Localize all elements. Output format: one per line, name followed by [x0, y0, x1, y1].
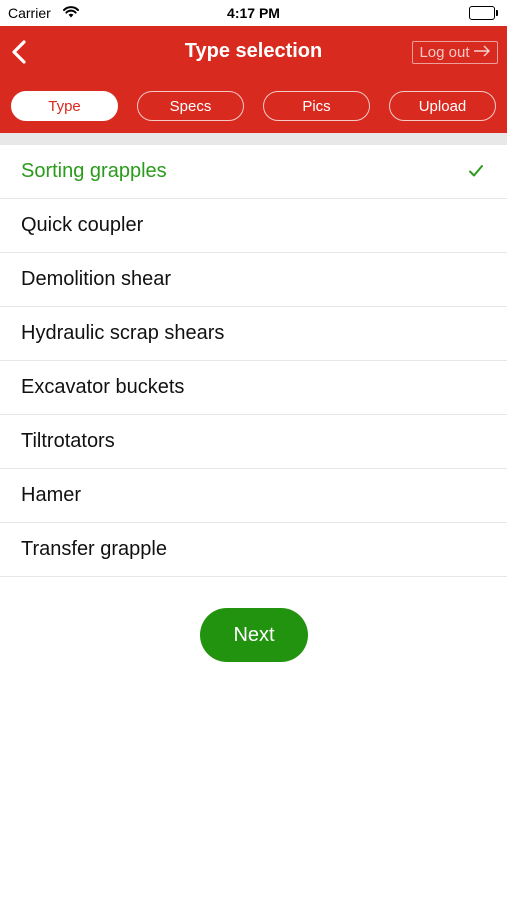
- tab-label: Pics: [302, 97, 331, 115]
- tab-label: Type: [48, 97, 81, 115]
- list-item-transfer-grapple[interactable]: Transfer grapple: [0, 523, 507, 577]
- tab-type[interactable]: Type: [11, 91, 118, 121]
- tab-specs[interactable]: Specs: [137, 91, 244, 121]
- list-item-hamer[interactable]: Hamer: [0, 469, 507, 523]
- tab-pics[interactable]: Pics: [263, 91, 370, 121]
- list-item-label: Hamer: [21, 484, 82, 506]
- tab-upload[interactable]: Upload: [389, 91, 496, 121]
- list-item-quick-coupler[interactable]: Quick coupler: [0, 199, 507, 253]
- list-item-label: Hydraulic scrap shears: [21, 322, 225, 344]
- list-item-label: Tiltrotators: [21, 430, 115, 452]
- battery-icon: [469, 6, 499, 20]
- checkmark-icon: [467, 162, 485, 180]
- list-item-sorting-grapples[interactable]: Sorting grapples: [0, 145, 507, 199]
- list-item-label: Sorting grapples: [21, 160, 167, 182]
- list-item-tiltrotators[interactable]: Tiltrotators: [0, 415, 507, 469]
- tab-label: Upload: [418, 97, 467, 115]
- type-list: Sorting grapples Quick coupler Demolitio…: [0, 145, 507, 577]
- list-item-demolition-shear[interactable]: Demolition shear: [0, 253, 507, 307]
- logout-button[interactable]: Log out: [412, 41, 498, 64]
- nav-header: Type selection Log out Type Specs Pics U…: [0, 26, 507, 133]
- list-item-hydraulic-scrap-shears[interactable]: Hydraulic scrap shears: [0, 307, 507, 361]
- list-item-label: Transfer grapple: [21, 538, 167, 560]
- arrow-right-icon: [473, 44, 491, 61]
- status-bar: Carrier 4:17 PM: [0, 0, 507, 26]
- section-separator: [0, 133, 507, 145]
- list-item-label: Demolition shear: [21, 268, 172, 290]
- logout-label: Log out: [419, 44, 470, 61]
- step-tabs: Type Specs Pics Upload: [0, 91, 507, 121]
- next-button[interactable]: Next: [200, 608, 308, 662]
- clock: 4:17 PM: [227, 5, 280, 21]
- list-item-excavator-buckets[interactable]: Excavator buckets: [0, 361, 507, 415]
- tab-label: Specs: [169, 97, 212, 115]
- list-item-label: Quick coupler: [21, 214, 144, 236]
- list-item-label: Excavator buckets: [21, 376, 185, 398]
- next-button-label: Next: [233, 623, 275, 646]
